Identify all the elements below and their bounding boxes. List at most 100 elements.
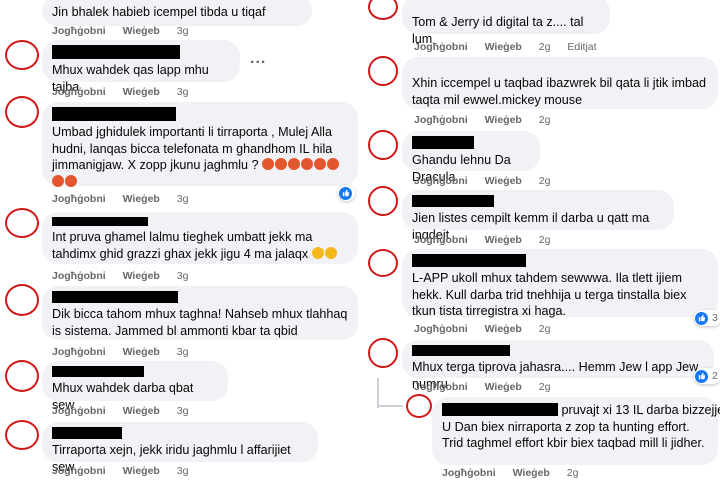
reply-button[interactable]: Wieġeb <box>123 405 160 417</box>
avatar[interactable] <box>5 420 39 450</box>
comment-bubble: Dik bicca tahom mhux taghna! Nahseb mhux… <box>42 286 358 340</box>
reply-button[interactable]: Wieġeb <box>123 346 160 358</box>
reply-button[interactable]: Wieġeb <box>485 41 522 53</box>
avatar[interactable] <box>368 186 398 216</box>
reply-button[interactable]: Wieġeb <box>485 381 522 393</box>
like-button[interactable]: Jogħġobni <box>414 381 468 393</box>
comment-time[interactable]: 2g <box>539 175 551 187</box>
reply-button[interactable]: Wieġeb <box>485 323 522 335</box>
like-button[interactable]: Jogħġobni <box>414 114 468 126</box>
like-button[interactable]: Jogħġobni <box>414 234 468 246</box>
redacted-author[interactable] <box>412 195 494 207</box>
comment-text: Xhin iccempel u taqbad ibazwrek bil qata… <box>412 76 707 107</box>
redacted-author[interactable] <box>52 366 144 377</box>
like-button[interactable]: Jogħġobni <box>414 41 468 53</box>
like-button[interactable]: Jogħġobni <box>52 346 106 358</box>
redacted-author[interactable] <box>52 291 178 303</box>
comment-actions: Jogħġobni Wieġeb 3g <box>52 86 202 98</box>
like-reaction-icon <box>695 311 708 325</box>
redacted-author[interactable] <box>52 427 122 439</box>
comment-time[interactable]: 3g <box>177 465 189 477</box>
reaction-badge[interactable]: 3 <box>694 310 720 326</box>
avatar[interactable] <box>5 96 39 128</box>
more-options-button[interactable]: ... <box>250 50 266 68</box>
like-button[interactable]: Jogħġobni <box>442 467 496 479</box>
tagged-text: pruvajt xi 13 IL darba bizzejjed ? <box>561 403 720 417</box>
like-button[interactable]: Jogħġobni <box>52 465 106 477</box>
like-button[interactable]: Jogħġobni <box>414 175 468 187</box>
comment-actions: Jogħġobni Wieġeb 2g <box>414 234 564 246</box>
reply-button[interactable]: Wieġeb <box>123 465 160 477</box>
comment-time[interactable]: 3g <box>177 25 189 37</box>
comment-time[interactable]: 2g <box>539 114 551 126</box>
avatar[interactable] <box>406 394 432 418</box>
redacted-author[interactable] <box>412 136 474 149</box>
comment-actions: Jogħġobni Wieġeb 2g Editjat <box>414 41 611 53</box>
like-button[interactable]: Jogħġobni <box>414 323 468 335</box>
redacted-author[interactable] <box>52 107 176 121</box>
like-button[interactable]: Jogħġobni <box>52 193 106 205</box>
comment-bubble: Umbad jghidulek importanti li tirraporta… <box>42 102 358 187</box>
comment-time[interactable]: 2g <box>539 234 551 246</box>
redacted-author[interactable] <box>412 254 526 267</box>
right-comments-panel: Tom & Jerry id digital ta z.... tal lum … <box>362 0 720 481</box>
avatar[interactable] <box>368 249 398 277</box>
avatar[interactable] <box>368 130 398 160</box>
avatar[interactable] <box>368 56 398 86</box>
comment-bubble: L-APP ukoll mhux tahdem sewwwa. Ila tlet… <box>402 249 718 319</box>
comment-time[interactable]: 3g <box>177 346 189 358</box>
comment-actions: Jogħġobni Wieġeb 3g <box>52 270 202 282</box>
reply-button[interactable]: Wieġeb <box>123 270 160 282</box>
edited-label: Editjat <box>567 41 597 53</box>
comment-actions: Jogħġobni Wieġeb 2g <box>414 323 564 335</box>
reaction-badge[interactable] <box>338 185 355 201</box>
comment-text: Jin bhalek habieb icempel tibda u tiqaf <box>52 5 266 19</box>
reply-button[interactable]: Wieġeb <box>123 193 160 205</box>
avatar[interactable] <box>5 360 39 392</box>
comment-time[interactable]: 2g <box>567 467 579 479</box>
comment-time[interactable]: 2g <box>539 323 551 335</box>
like-reaction-icon <box>339 186 352 200</box>
reply-button[interactable]: Wieġeb <box>123 25 160 37</box>
avatar[interactable] <box>5 284 39 316</box>
avatar[interactable] <box>368 0 398 20</box>
tag-line: pruvajt xi 13 IL darba bizzejjed ? <box>442 402 720 419</box>
reply-button[interactable]: Wieġeb <box>485 175 522 187</box>
comment-time[interactable]: 3g <box>177 193 189 205</box>
reply-button[interactable]: Wieġeb <box>123 86 160 98</box>
reply-thread-line <box>377 378 379 408</box>
comment-bubble: Ghandu lehnu Da Dracula <box>402 131 540 184</box>
comment-text: U Dan biex nirraporta z zop ta hunting e… <box>442 419 705 451</box>
comment-time[interactable]: 2g <box>539 381 551 393</box>
reaction-badge[interactable]: 2 <box>694 368 720 384</box>
comment-bubble: Jin bhalek habieb icempel tibda u tiqaf <box>42 0 312 26</box>
comment-bubble: Xhin iccempel u taqbad ibazwrek bil qata… <box>402 57 718 109</box>
comment-actions: Jogħġobni Wieġeb 2g <box>442 467 592 479</box>
comment-time[interactable]: 2g <box>539 41 551 53</box>
like-button[interactable]: Jogħġobni <box>52 270 106 282</box>
like-button[interactable]: Jogħġobni <box>52 405 106 417</box>
comment-text: L-APP ukoll mhux tahdem sewwwa. Ila tlet… <box>412 271 687 319</box>
redacted-author[interactable] <box>412 345 510 356</box>
comment-time[interactable]: 3g <box>177 270 189 282</box>
reply-button[interactable]: Wieġeb <box>485 114 522 126</box>
reaction-count: 3 <box>712 312 718 324</box>
redacted-author[interactable] <box>442 403 558 416</box>
angry-emoji-icon <box>65 174 77 187</box>
avatar[interactable] <box>5 40 39 70</box>
like-button[interactable]: Jogħġobni <box>52 25 106 37</box>
reply-button[interactable]: Wieġeb <box>485 234 522 246</box>
redacted-author[interactable] <box>52 45 180 59</box>
reply-button[interactable]: Wieġeb <box>513 467 550 479</box>
left-comments-panel: Jin bhalek habieb icempel tibda u tiqaf … <box>0 0 362 481</box>
avatar[interactable] <box>5 208 39 238</box>
angry-emoji-icon <box>288 158 301 171</box>
comment-bubble: Tirraporta xejn, jekk iridu jaghmlu l af… <box>42 422 318 474</box>
redacted-author[interactable] <box>52 217 148 226</box>
like-button[interactable]: Jogħġobni <box>52 86 106 98</box>
comment-time[interactable]: 3g <box>177 86 189 98</box>
comment-time[interactable]: 3g <box>177 405 189 417</box>
avatar[interactable] <box>368 338 398 368</box>
reaction-count: 2 <box>712 370 718 382</box>
angry-emoji-icon <box>52 174 64 187</box>
